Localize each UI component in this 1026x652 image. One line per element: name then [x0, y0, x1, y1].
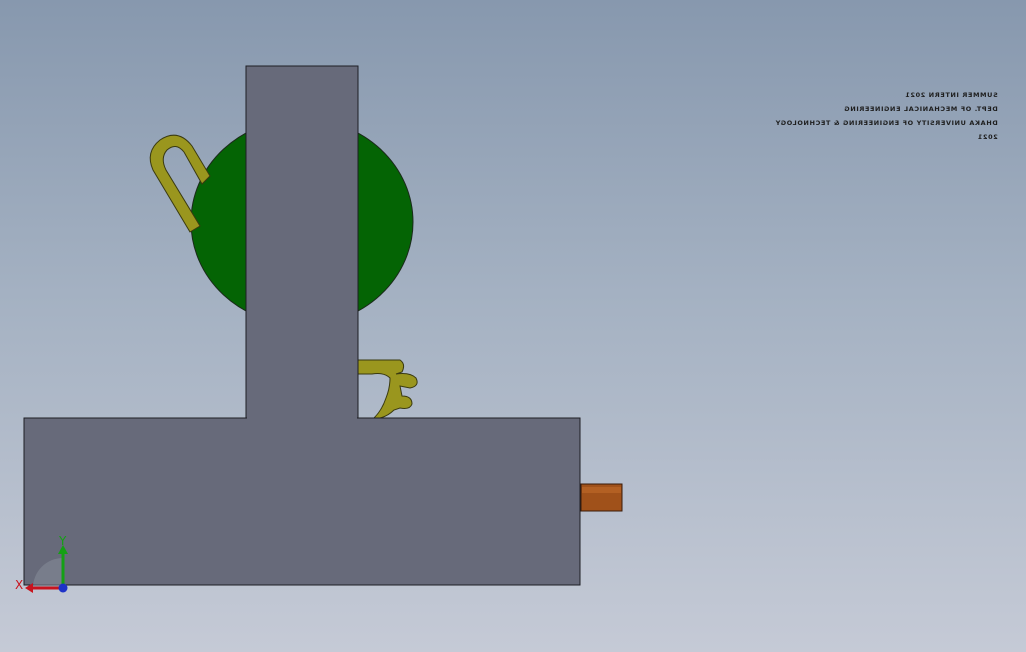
- title-block: SUMMER INTERN 2021 DEPT. OF MECHANICAL E…: [775, 88, 998, 144]
- base-block[interactable]: [23, 417, 581, 586]
- lower-linkage-arm[interactable]: [357, 359, 418, 419]
- triad-x-label: X: [15, 578, 23, 592]
- vertical-column[interactable]: [245, 65, 359, 419]
- title-line-1: SUMMER INTERN 2021: [905, 91, 998, 99]
- title-line-3: DHAKA UNIVERSITY OF ENGINEERING & TECHNO…: [775, 119, 998, 127]
- triad-z-axis: [58, 583, 68, 593]
- title-line-4: 2021: [977, 133, 999, 141]
- output-shaft-highlight: [582, 487, 621, 493]
- triad-y-label: Y: [58, 534, 67, 548]
- graphics-viewport[interactable]: Y X SUMMER INTERN 2021 DEPT. OF MECHANIC…: [0, 0, 1026, 652]
- title-line-2: DEPT. OF MECHANICAL ENGINEERING: [844, 105, 998, 113]
